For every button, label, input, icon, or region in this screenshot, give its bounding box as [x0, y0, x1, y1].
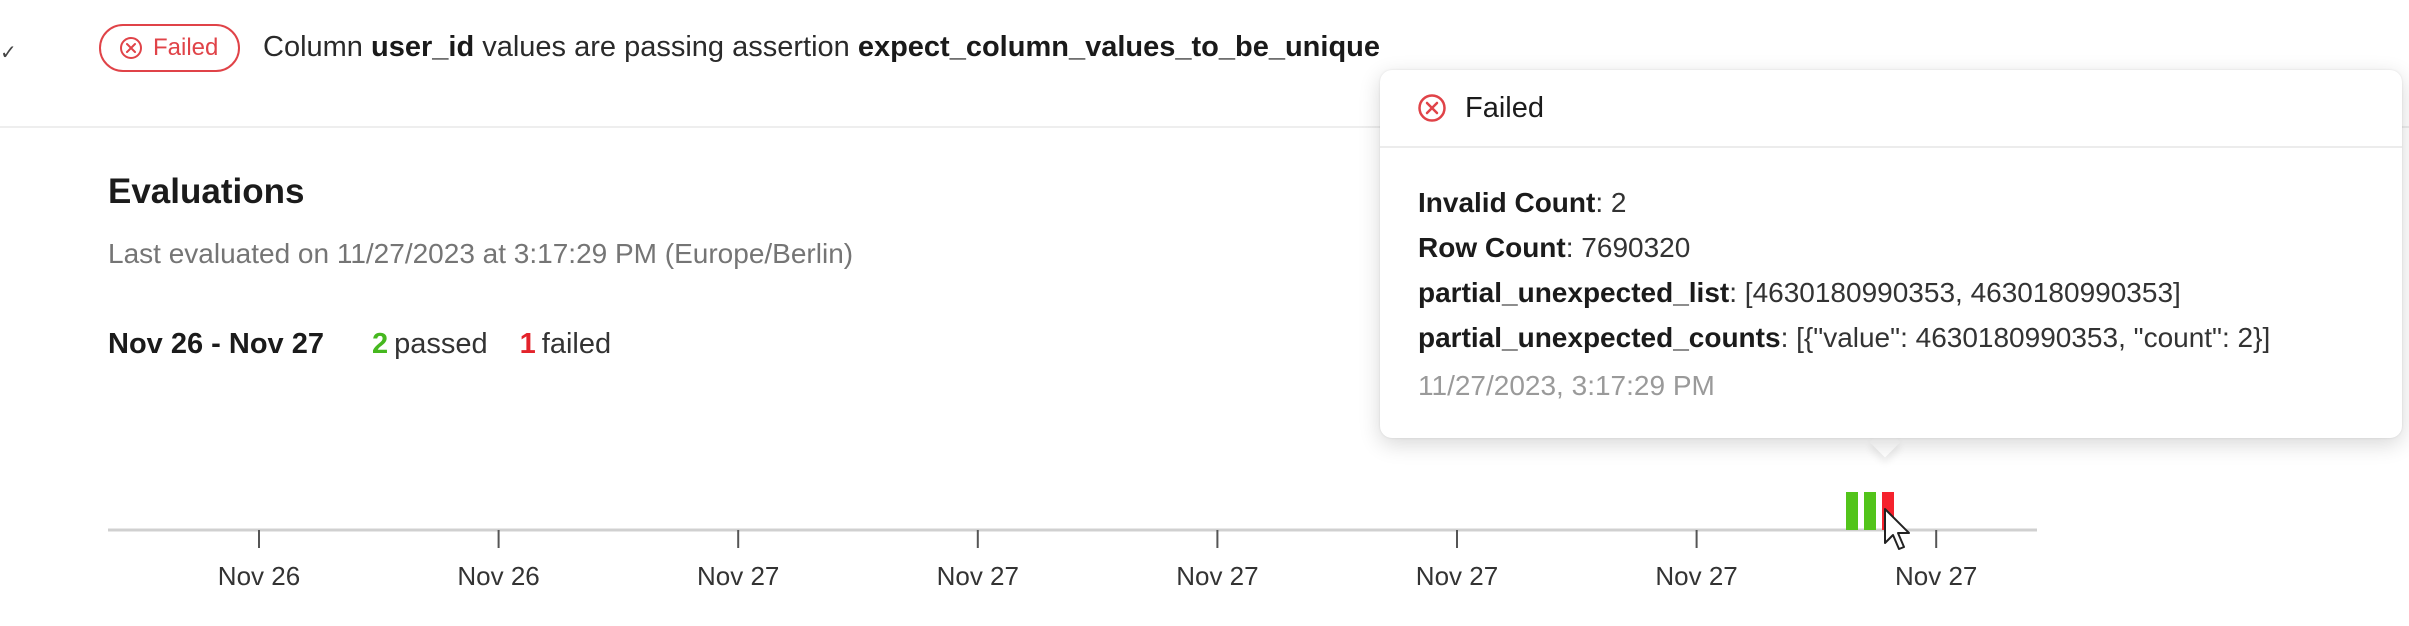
tooltip-value: : [4630180990353, 4630180990353] [1729, 277, 2181, 308]
column-name: user_id [371, 31, 475, 63]
tooltip-line-invalid-count: Invalid Count: 2 [1418, 180, 2270, 225]
tooltip-line-unexpected-counts: partial_unexpected_counts: [{"value": 46… [1418, 315, 2270, 360]
x-tick-label: Nov 27 [1416, 561, 1498, 591]
tooltip-line-unexpected-list: partial_unexpected_list: [4630180990353,… [1418, 270, 2270, 315]
tooltip-value: : [{"value": 4630180990353, "count": 2}] [1780, 322, 2271, 353]
x-tick-label: Nov 27 [1895, 561, 1977, 591]
x-tick-label: Nov 27 [1655, 561, 1737, 591]
tooltip-status: Failed [1465, 91, 1544, 124]
tooltip-timestamp: 11/27/2023, 3:17:29 PM [1418, 370, 1715, 401]
summary-middle: values are passing assertion [474, 31, 858, 63]
x-tick-label: Nov 27 [937, 561, 1019, 591]
expectation-summary: Column user_id values are passing assert… [263, 31, 1380, 64]
assertion-name: expect_column_values_to_be_unique [857, 31, 1381, 63]
mouse-cursor-icon [1884, 508, 1910, 550]
x-tick-label: Nov 27 [697, 561, 779, 591]
tooltip-header: Failed [1380, 70, 2402, 148]
failed-icon [120, 37, 142, 59]
status-badge-label: Failed [153, 34, 219, 61]
evaluation-tooltip: Failed Invalid Count: 2 Row Count: 76903… [1380, 70, 2402, 438]
x-tick-label: Nov 26 [218, 561, 300, 591]
tooltip-body: Invalid Count: 2 Row Count: 7690320 part… [1418, 180, 2270, 402]
tooltip-value: : 7690320 [1565, 232, 1691, 263]
status-badge: Failed [99, 24, 241, 72]
chevron-icon[interactable]: ✓ [0, 40, 17, 65]
tooltip-key: partial_unexpected_list [1418, 277, 1730, 308]
failed-icon [1418, 94, 1446, 122]
tooltip-key: partial_unexpected_counts [1418, 322, 1781, 353]
tooltip-key: Row Count [1418, 232, 1566, 263]
summary-prefix: Column [263, 31, 371, 63]
x-tick-label: Nov 26 [457, 561, 539, 591]
tooltip-value: : 2 [1595, 187, 1627, 218]
tooltip-line-row-count: Row Count: 7690320 [1418, 225, 2270, 270]
x-tick-label: Nov 27 [1176, 561, 1258, 591]
evaluation-bar-passed [1846, 492, 1858, 530]
tooltip-key: Invalid Count [1418, 187, 1596, 218]
evaluation-bar-passed [1864, 492, 1876, 530]
